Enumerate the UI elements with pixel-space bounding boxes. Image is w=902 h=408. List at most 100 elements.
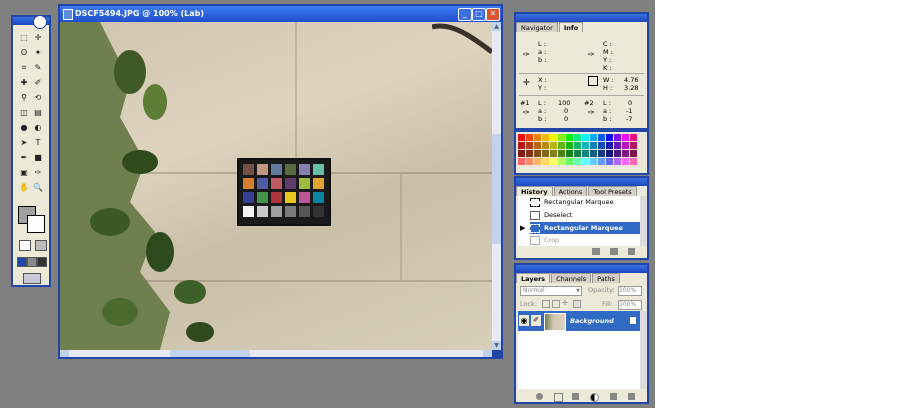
color-swatch[interactable] [622,158,629,165]
color-swatch[interactable] [614,158,621,165]
screen-mode-standard-icon[interactable] [17,257,27,267]
tab-channels[interactable]: Channels [551,273,592,283]
color-swatch[interactable] [582,150,589,157]
screen-mode-full-icon[interactable] [37,257,47,267]
history-scrollbar[interactable] [640,196,647,246]
color-swatch[interactable] [526,142,533,149]
color-swatch[interactable] [542,142,549,149]
tab-info[interactable]: Info [558,22,584,32]
zoom-tool-icon[interactable]: 🔍 [33,183,43,193]
color-swatch[interactable] [574,142,581,149]
slice-tool-icon[interactable]: ✎ [33,63,43,73]
color-swatch[interactable] [606,158,613,165]
lock-all-icon[interactable] [573,300,581,308]
crop-tool-icon[interactable]: ⌗ [19,63,29,73]
history-item-deselect[interactable]: Deselect [530,209,640,221]
color-swatch[interactable] [526,158,533,165]
color-swatch[interactable] [550,158,557,165]
notes-tool-icon[interactable]: ▣ [19,168,29,178]
image-canvas[interactable] [60,22,492,350]
color-swatch[interactable] [630,142,637,149]
healing-brush-tool-icon[interactable]: ✚ [19,78,29,88]
brush-tool-icon[interactable]: ✐ [33,78,43,88]
opacity-input[interactable]: 100% [618,286,642,296]
navigator-titlebar[interactable] [516,14,647,22]
magic-wand-tool-icon[interactable]: ✦ [33,48,43,58]
dodge-tool-icon[interactable]: ◐ [33,123,43,133]
color-swatch[interactable] [518,158,525,165]
color-swatch[interactable] [630,158,637,165]
color-swatch[interactable] [598,134,605,141]
lock-image-icon[interactable] [552,300,560,308]
color-swatch[interactable] [614,134,621,141]
adjustment-layer-icon[interactable] [590,393,599,402]
screen-mode-menu-icon[interactable] [27,257,37,267]
scroll-right-arrow[interactable] [483,350,492,357]
tab-navigator[interactable]: Navigator [516,22,558,32]
color-swatch[interactable] [566,150,573,157]
color-swatch[interactable] [566,134,573,141]
fill-input[interactable]: 100% [618,300,642,310]
close-button[interactable]: ✕ [486,8,500,21]
color-swatch[interactable] [606,142,613,149]
color-swatch[interactable] [606,150,613,157]
color-swatch[interactable] [518,142,525,149]
vertical-scroll-thumb[interactable] [492,134,501,244]
color-swatch[interactable] [606,134,613,141]
new-snapshot-icon[interactable] [610,248,618,255]
scroll-left-arrow[interactable] [60,350,69,357]
lock-position-icon[interactable]: ✛ [562,299,568,307]
move-tool-icon[interactable]: ✛ [33,33,43,43]
color-swatch[interactable] [598,158,605,165]
color-swatch[interactable] [518,150,525,157]
trash-icon[interactable] [628,248,635,255]
gradient-tool-icon[interactable]: ▤ [33,108,43,118]
blend-mode-select[interactable]: Normal ▼ [520,286,582,296]
layer-row-background[interactable]: ◉ ✐ Background [518,311,640,331]
new-set-icon[interactable] [572,393,579,400]
shape-tool-icon[interactable]: ■ [33,153,43,163]
maximize-button[interactable]: □ [472,8,486,21]
color-swatch[interactable] [542,158,549,165]
type-tool-icon[interactable]: T [33,138,43,148]
tab-layers[interactable]: Layers [516,273,551,283]
clone-stamp-tool-icon[interactable]: ⚲ [19,93,29,103]
color-swatch[interactable] [542,150,549,157]
color-swatch[interactable] [542,134,549,141]
pen-tool-icon[interactable]: ✒ [19,153,29,163]
path-select-tool-icon[interactable]: ➤ [19,138,29,148]
tab-history[interactable]: History [516,186,553,196]
blur-tool-icon[interactable]: ● [19,123,29,133]
vertical-scrollbar[interactable]: ▲ ▼ [492,22,501,350]
color-swatch[interactable] [622,150,629,157]
quick-mask-icon[interactable] [35,240,47,251]
tab-tool-presets[interactable]: Tool Presets [588,186,637,196]
jump-to-imageready-icon[interactable] [23,273,41,284]
color-swatch[interactable] [558,134,565,141]
color-swatch[interactable] [590,134,597,141]
layers-scrollbar[interactable] [640,311,647,389]
color-swatch[interactable] [534,158,541,165]
background-color-swatch[interactable] [27,215,45,233]
color-swatch[interactable] [550,134,557,141]
color-swatch[interactable] [574,158,581,165]
hand-tool-icon[interactable]: ✋ [19,183,29,193]
rect-marquee-tool-icon[interactable]: ⬚ [19,33,29,43]
color-swatch[interactable] [614,150,621,157]
new-document-from-state-icon[interactable] [592,248,600,255]
color-swatch[interactable] [526,150,533,157]
tab-paths[interactable]: Paths [592,273,620,283]
color-swatch[interactable] [590,158,597,165]
minimize-button[interactable]: _ [458,8,472,21]
color-swatch[interactable] [598,142,605,149]
color-swatch[interactable] [550,142,557,149]
color-swatch[interactable] [566,142,573,149]
color-swatch[interactable] [574,150,581,157]
color-swatch[interactable] [622,142,629,149]
color-swatch[interactable] [614,142,621,149]
new-layer-icon[interactable] [610,393,617,400]
color-swatch[interactable] [582,158,589,165]
color-swatch[interactable] [622,134,629,141]
layers-titlebar[interactable] [516,265,647,273]
eye-visibility-icon[interactable]: ◉ [519,315,529,326]
